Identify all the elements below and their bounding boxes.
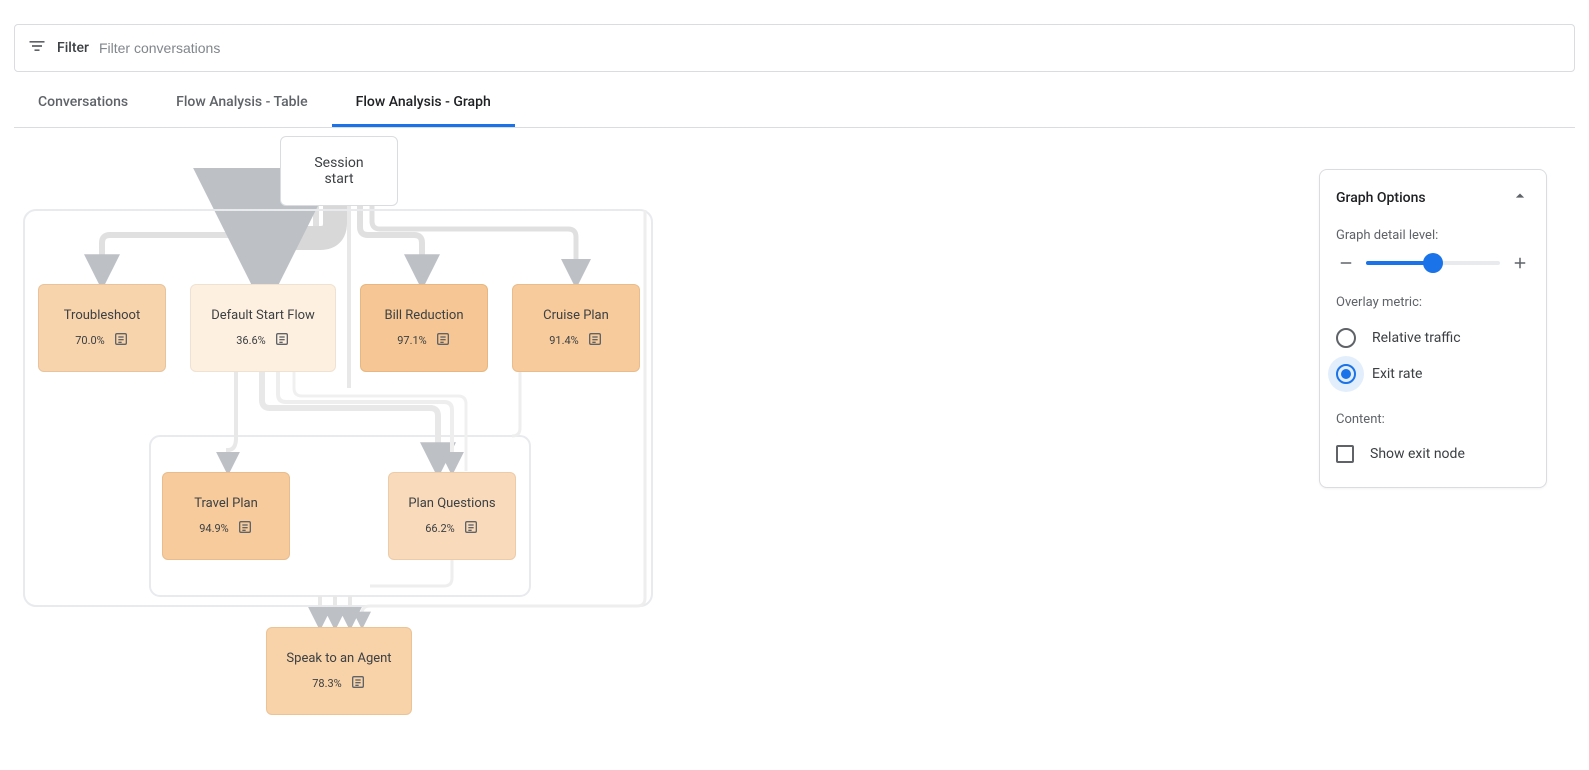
node-session-start[interactable]: Session start	[280, 136, 398, 206]
node-questions-percent: 66.2%	[425, 522, 455, 535]
node-default-percent: 36.6%	[236, 334, 266, 347]
detail-level-label: Graph detail level:	[1336, 228, 1530, 243]
list-icon[interactable]	[274, 331, 290, 351]
node-bill-title: Bill Reduction	[384, 308, 463, 323]
list-icon[interactable]	[463, 519, 479, 539]
node-troubleshoot-title: Troubleshoot	[64, 308, 140, 323]
list-icon[interactable]	[350, 674, 366, 694]
radio-exit-rate[interactable]: Exit rate	[1336, 356, 1530, 392]
radio-relative-label: Relative traffic	[1372, 330, 1461, 346]
node-questions-title: Plan Questions	[408, 496, 495, 511]
node-travel-percent: 94.9%	[199, 522, 229, 535]
radio-relative-traffic[interactable]: Relative traffic	[1336, 320, 1530, 356]
checkbox-show-exit-label: Show exit node	[1370, 446, 1465, 462]
collapse-icon[interactable]	[1510, 186, 1530, 210]
tab-flow-analysis-table[interactable]: Flow Analysis - Table	[152, 80, 332, 127]
node-travel-title: Travel Plan	[194, 496, 258, 511]
overlay-metric-label: Overlay metric:	[1336, 295, 1530, 310]
graph-options-panel: Graph Options Graph detail level: Overla…	[1319, 169, 1547, 488]
radio-exit-label: Exit rate	[1372, 366, 1422, 382]
node-bill-percent: 97.1%	[397, 334, 427, 347]
node-bill-reduction[interactable]: Bill Reduction 97.1%	[360, 284, 488, 372]
tab-flow-analysis-graph[interactable]: Flow Analysis - Graph	[332, 80, 515, 127]
list-icon[interactable]	[587, 331, 603, 351]
list-icon[interactable]	[237, 519, 253, 539]
zoom-out-button[interactable]	[1336, 253, 1356, 273]
node-cruise-plan[interactable]: Cruise Plan 91.4%	[512, 284, 640, 372]
zoom-in-button[interactable]	[1510, 253, 1530, 273]
graph-options-title: Graph Options	[1336, 190, 1426, 206]
detail-slider[interactable]	[1366, 261, 1500, 265]
node-speak-to-agent[interactable]: Speak to an Agent 78.3%	[266, 627, 412, 715]
node-plan-questions[interactable]: Plan Questions 66.2%	[388, 472, 516, 560]
node-cruise-title: Cruise Plan	[543, 308, 609, 323]
node-session-start-label: Session start	[314, 155, 363, 187]
filter-input[interactable]	[99, 40, 1562, 56]
filter-label: Filter	[57, 40, 89, 56]
content-label: Content:	[1336, 412, 1530, 427]
list-icon[interactable]	[435, 331, 451, 351]
node-default-title: Default Start Flow	[211, 308, 315, 323]
node-troubleshoot-percent: 70.0%	[75, 334, 105, 347]
list-icon[interactable]	[113, 331, 129, 351]
checkbox-show-exit-node[interactable]: Show exit node	[1336, 437, 1530, 471]
filter-bar: Filter	[14, 24, 1575, 72]
node-default-start-flow[interactable]: Default Start Flow 36.6%	[190, 284, 336, 372]
filter-icon	[27, 36, 47, 60]
tab-conversations[interactable]: Conversations	[14, 80, 152, 127]
slider-thumb[interactable]	[1423, 253, 1443, 273]
node-agent-percent: 78.3%	[312, 677, 342, 690]
checkbox-box-icon	[1336, 445, 1354, 463]
node-travel-plan[interactable]: Travel Plan 94.9%	[162, 472, 290, 560]
node-troubleshoot[interactable]: Troubleshoot 70.0%	[38, 284, 166, 372]
node-cruise-percent: 91.4%	[549, 334, 579, 347]
tabs-container: Conversations Flow Analysis - Table Flow…	[14, 80, 1575, 128]
node-agent-title: Speak to an Agent	[286, 651, 391, 666]
